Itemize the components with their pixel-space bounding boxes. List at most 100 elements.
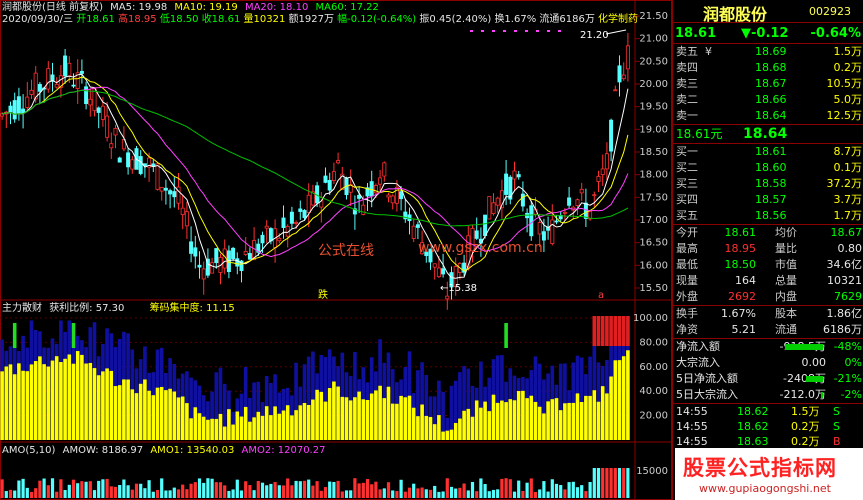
candle-body[interactable] bbox=[231, 247, 236, 260]
candle-body[interactable] bbox=[109, 143, 114, 149]
candle-body[interactable] bbox=[105, 115, 110, 138]
candle-body[interactable] bbox=[268, 228, 273, 242]
candle-body[interactable] bbox=[604, 153, 609, 170]
candle-body[interactable] bbox=[67, 62, 72, 77]
candle-body[interactable] bbox=[184, 211, 189, 227]
candle-body[interactable] bbox=[235, 258, 240, 267]
candle-body[interactable] bbox=[541, 231, 546, 241]
buys-row[interactable]: 买一 18.61 8.7万 bbox=[673, 144, 863, 160]
candle-body[interactable] bbox=[79, 70, 84, 74]
quote-stock-name[interactable]: 润都股份 bbox=[703, 1, 767, 25]
candle-body[interactable] bbox=[168, 190, 173, 195]
tick-row[interactable]: 14:55 18.62 1.5万 S bbox=[673, 404, 863, 419]
candle-body[interactable] bbox=[386, 194, 391, 198]
candle-body[interactable] bbox=[281, 217, 286, 228]
candle-body[interactable] bbox=[567, 197, 572, 206]
buys-row[interactable]: 买三 18.58 37.2万 bbox=[673, 176, 863, 192]
candle-body[interactable] bbox=[159, 186, 164, 192]
candle-body[interactable] bbox=[37, 84, 42, 92]
candle-body[interactable] bbox=[92, 88, 97, 112]
candle-body[interactable] bbox=[8, 105, 13, 113]
candle-body[interactable] bbox=[529, 205, 534, 237]
candle-body[interactable] bbox=[331, 171, 336, 181]
buys-row[interactable]: 买五 18.56 1.7万 bbox=[673, 208, 863, 224]
candle-body[interactable] bbox=[495, 197, 500, 206]
candle-body[interactable] bbox=[298, 208, 303, 212]
candle-body[interactable] bbox=[12, 100, 17, 120]
candle-body[interactable] bbox=[562, 212, 567, 214]
candle-body[interactable] bbox=[369, 181, 374, 197]
candle-body[interactable] bbox=[613, 89, 618, 92]
candle-body[interactable] bbox=[378, 177, 383, 185]
candle-body[interactable] bbox=[260, 234, 265, 244]
candle-body[interactable] bbox=[46, 68, 51, 90]
candle-body[interactable] bbox=[382, 162, 387, 177]
candle-body[interactable] bbox=[289, 211, 294, 224]
candle-body[interactable] bbox=[63, 55, 68, 77]
candle-body[interactable] bbox=[336, 160, 341, 164]
candle-body[interactable] bbox=[323, 175, 328, 183]
candle-body[interactable] bbox=[516, 174, 521, 178]
candle-body[interactable] bbox=[71, 84, 76, 87]
candle-body[interactable] bbox=[575, 199, 580, 206]
candle-body[interactable] bbox=[621, 74, 626, 80]
buys-row[interactable]: 买四 18.57 3.7万 bbox=[673, 192, 863, 208]
candle-body[interactable] bbox=[411, 225, 416, 239]
candle-body[interactable] bbox=[130, 159, 135, 170]
candle-body[interactable] bbox=[277, 237, 282, 242]
sells-row[interactable]: 卖一 18.64 12.5万 bbox=[673, 108, 863, 124]
candle-body[interactable] bbox=[306, 194, 311, 213]
candle-body[interactable] bbox=[117, 157, 122, 163]
candle-body[interactable] bbox=[445, 295, 450, 300]
candle-body[interactable] bbox=[432, 263, 437, 268]
candle-body[interactable] bbox=[88, 98, 93, 106]
candle-body[interactable] bbox=[592, 194, 597, 197]
candle-body[interactable] bbox=[625, 45, 630, 70]
candle-body[interactable] bbox=[138, 156, 143, 174]
candle-body[interactable] bbox=[357, 194, 362, 199]
candle-body[interactable] bbox=[609, 119, 614, 152]
kline-chart-area[interactable]: 21.50 21.00 20.50 20.00 19.50 19.00 18.50 18.00… bbox=[0, 0, 672, 500]
candle-body[interactable] bbox=[583, 202, 588, 219]
candle-body[interactable] bbox=[487, 196, 492, 220]
candle-body[interactable] bbox=[214, 248, 219, 264]
candle-body[interactable] bbox=[193, 247, 198, 257]
candle-body[interactable] bbox=[243, 250, 248, 255]
candle-body[interactable] bbox=[474, 230, 479, 239]
candle-body[interactable] bbox=[617, 65, 622, 83]
candle-body[interactable] bbox=[483, 214, 488, 237]
candle-body[interactable] bbox=[436, 267, 441, 278]
candle-body[interactable] bbox=[0, 113, 5, 117]
candle-body[interactable] bbox=[520, 193, 525, 207]
candle-body[interactable] bbox=[16, 96, 21, 114]
sells-row[interactable]: 卖四 18.68 0.2万 bbox=[673, 60, 863, 76]
candle-body[interactable] bbox=[100, 105, 105, 120]
candle-body[interactable] bbox=[415, 224, 420, 228]
candle-body[interactable] bbox=[504, 173, 509, 195]
candle-body[interactable] bbox=[550, 219, 555, 244]
candle-body[interactable] bbox=[399, 191, 404, 200]
candle-body[interactable] bbox=[554, 220, 559, 223]
candle-body[interactable] bbox=[189, 241, 194, 254]
tick-row[interactable]: 14:55 18.62 0.2万 S bbox=[673, 419, 863, 434]
candle-body[interactable] bbox=[302, 210, 307, 219]
sells-row[interactable]: 卖三 18.67 10.5万 bbox=[673, 76, 863, 92]
candle-body[interactable] bbox=[126, 152, 131, 168]
candle-body[interactable] bbox=[33, 72, 38, 100]
candle-body[interactable] bbox=[113, 127, 118, 136]
candle-body[interactable] bbox=[491, 202, 496, 214]
candle-body[interactable] bbox=[54, 83, 59, 88]
candle-body[interactable] bbox=[579, 188, 584, 194]
sells-row[interactable]: 卖二 18.66 5.0万 bbox=[673, 92, 863, 108]
candle-body[interactable] bbox=[441, 268, 446, 275]
buys-row[interactable]: 买二 18.60 0.1万 bbox=[673, 160, 863, 176]
candle-body[interactable] bbox=[537, 222, 542, 235]
candle-body[interactable] bbox=[264, 225, 269, 229]
candle-body[interactable] bbox=[361, 204, 366, 215]
candle-body[interactable] bbox=[25, 96, 30, 108]
sells-row[interactable]: 卖五 ¥18.69 1.5万 bbox=[673, 44, 863, 60]
candle-body[interactable] bbox=[201, 268, 206, 280]
tick-row[interactable]: 14:55 18.63 0.2万 B bbox=[673, 434, 863, 449]
candle-body[interactable] bbox=[180, 207, 185, 216]
candle-body[interactable] bbox=[327, 179, 332, 191]
